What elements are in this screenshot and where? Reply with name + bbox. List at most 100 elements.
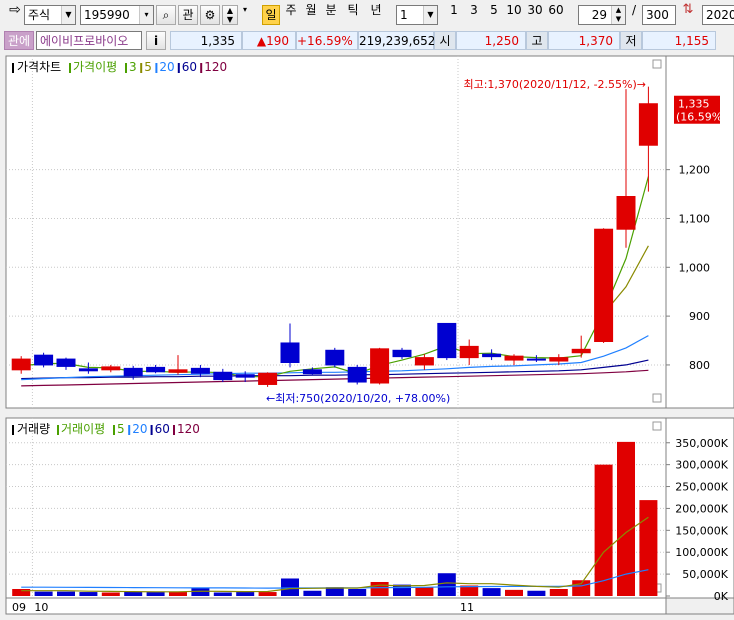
- candle-body: [235, 374, 255, 378]
- settings-button[interactable]: ⚙: [200, 5, 220, 25]
- volume-bar: [549, 588, 568, 596]
- quick-interval-30[interactable]: 30: [525, 0, 545, 20]
- low-price: 1,155: [642, 31, 716, 50]
- open-label: 시: [434, 31, 456, 50]
- spin-button[interactable]: ▲ ▼: [222, 5, 238, 25]
- legend-title: 가격차트: [17, 60, 61, 74]
- date-input[interactable]: 2020/: [702, 5, 734, 25]
- candle-body: [101, 366, 121, 371]
- chevron-down-icon[interactable]: ▾: [139, 6, 153, 24]
- quote-bar: 관에 에이비프로바이오 i 1,335 ▲190 +16.59% 219,239…: [0, 28, 734, 52]
- legend-marker: [12, 63, 14, 73]
- volume-tick-label: 50,000K: [682, 568, 728, 581]
- candle-body: [280, 342, 300, 363]
- legend-item: 20: [159, 60, 174, 74]
- quick-interval-1[interactable]: 1: [444, 0, 464, 20]
- volume-bar: [303, 590, 322, 596]
- volume-bar: [34, 591, 53, 596]
- x-tick-label: 10: [34, 601, 48, 614]
- volume-bar: [169, 592, 187, 596]
- stock-name-field[interactable]: 에이비프로바이오: [36, 31, 142, 50]
- count-stepper[interactable]: 29 ▲ ▼: [578, 5, 626, 25]
- reset-icon[interactable]: ⇅: [678, 0, 698, 20]
- current-price: 1,335: [170, 31, 242, 50]
- x-tick-label: 11: [460, 601, 474, 614]
- chevron-down-icon[interactable]: ▾: [240, 0, 250, 20]
- volume-bar: [572, 580, 591, 596]
- candle-body: [190, 367, 210, 374]
- price-tick-label: 1,100: [679, 212, 711, 225]
- panel-toggle-icon[interactable]: [652, 393, 662, 403]
- volume-bar: [236, 592, 255, 596]
- watch-button[interactable]: 관: [178, 5, 198, 25]
- current-price-tag-value: 1,335: [678, 98, 710, 111]
- panel-toggle-icon[interactable]: [652, 421, 662, 431]
- volume-bar: [124, 591, 143, 596]
- count-value: 29: [591, 8, 607, 22]
- period-year[interactable]: 년: [366, 0, 386, 20]
- slash-separator: /: [631, 3, 637, 17]
- volume-bar: [415, 587, 434, 596]
- arrow-right-icon[interactable]: ⇨: [6, 0, 24, 20]
- candle-body: [526, 358, 546, 361]
- open-price: 1,250: [456, 31, 526, 50]
- candle-body: [123, 367, 143, 377]
- quick-interval-60[interactable]: 60: [546, 0, 566, 20]
- info-button[interactable]: i: [146, 31, 166, 50]
- market-type-select[interactable]: 주식 ▼: [24, 5, 76, 25]
- period-tick[interactable]: 틱: [344, 0, 362, 20]
- date-value: 2020/: [706, 8, 734, 22]
- candle-body: [34, 354, 54, 366]
- price-tick-label: 900: [689, 310, 710, 323]
- legend-item: 120: [177, 422, 200, 436]
- code-input[interactable]: 195990 ▾: [80, 5, 154, 25]
- volume-tick-label: 150,000K: [675, 524, 728, 537]
- candle-body: [414, 357, 434, 366]
- high-price: 1,370: [548, 31, 620, 50]
- x-axis-panel: [5, 597, 667, 615]
- trade-volume: 219,239,652: [358, 31, 435, 50]
- legend-marker: [200, 63, 203, 73]
- period-month[interactable]: 월: [302, 0, 320, 20]
- quick-interval-10[interactable]: 10: [504, 0, 524, 20]
- legend-marker: [173, 425, 175, 435]
- candle-body: [459, 345, 479, 359]
- legend-marker: [125, 63, 127, 73]
- market-type-value: 주식: [28, 8, 51, 22]
- legend-item: 120: [204, 60, 227, 74]
- candle-body: [549, 357, 569, 362]
- volume-bar: [594, 464, 613, 596]
- candle-body: [258, 372, 278, 385]
- volume-tick-label: 200,000K: [675, 502, 728, 515]
- x-tick-label: 09: [12, 601, 26, 614]
- volume-bar: [505, 589, 523, 596]
- legend-title: 거래량: [17, 422, 50, 436]
- spin-up-icon: ▲: [226, 6, 234, 15]
- legend-marker: [155, 63, 158, 73]
- quick-interval-5[interactable]: 5: [484, 0, 504, 20]
- total-input[interactable]: 300: [642, 5, 676, 25]
- candle-body: [56, 358, 76, 367]
- period-week[interactable]: 주: [282, 0, 300, 20]
- legend-marker: [12, 425, 14, 435]
- panel-toggle-icon[interactable]: [652, 59, 662, 69]
- volume-tick-label: 300,000K: [675, 459, 728, 472]
- volume-tick-label: 250,000K: [675, 481, 728, 494]
- interval-select[interactable]: 1 ▼: [396, 5, 438, 25]
- search-button[interactable]: ⌕: [156, 5, 176, 25]
- price-tick-label: 1,000: [679, 261, 711, 274]
- interval-value: 1: [400, 8, 408, 22]
- candle-body: [594, 228, 614, 343]
- chevron-down-icon[interactable]: ▼: [423, 6, 437, 24]
- quick-interval-3[interactable]: 3: [464, 0, 484, 20]
- legend-marker: [140, 63, 143, 73]
- stock-tag: 관에: [4, 31, 34, 50]
- period-minute[interactable]: 분: [322, 0, 340, 20]
- volume-tick-label: 100,000K: [675, 546, 728, 559]
- volume-tick-label: 0K: [714, 590, 729, 603]
- period-day[interactable]: 일: [262, 5, 280, 25]
- volume-bar: [146, 592, 165, 596]
- chevron-down-icon[interactable]: ▼: [61, 6, 75, 24]
- candle-body: [571, 348, 591, 354]
- stepper-arrows-icon[interactable]: ▲ ▼: [611, 6, 625, 24]
